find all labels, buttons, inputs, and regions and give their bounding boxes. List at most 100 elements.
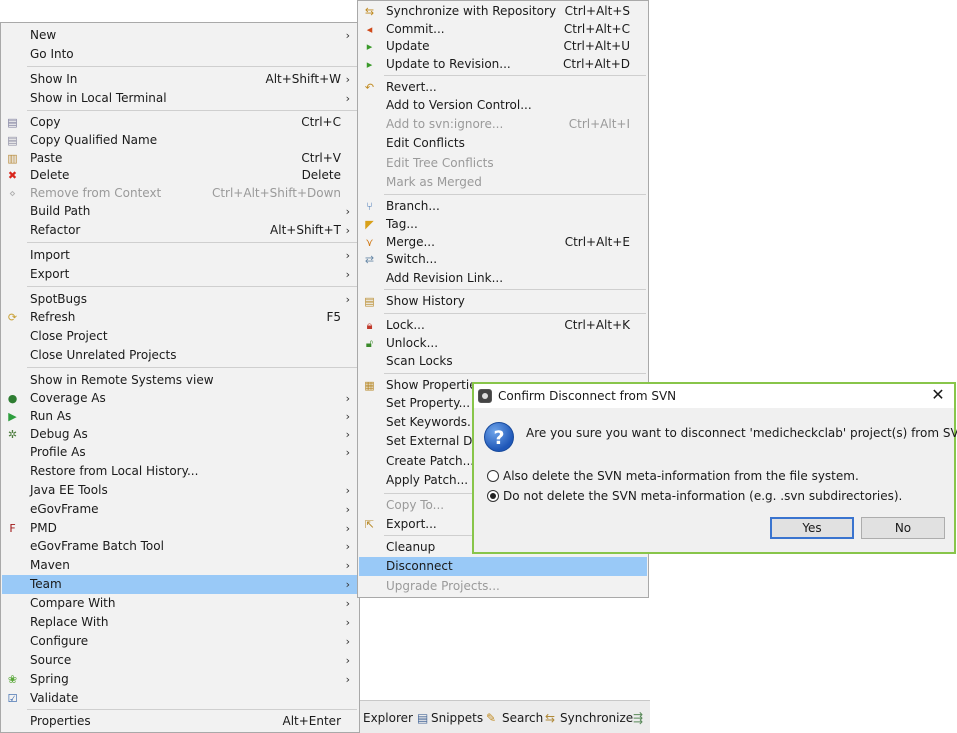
switch-icon: ⇄ [364, 253, 375, 266]
overflow-icon[interactable]: ⇶ [633, 711, 643, 725]
menu-item-label: Configure [30, 634, 89, 648]
menu-item-replace-with[interactable]: Replace With › [2, 613, 358, 632]
menu-item-shortcut: Alt+Enter [282, 714, 341, 728]
submenu-arrow-icon: › [345, 446, 350, 459]
menu-item-show-in-local-terminal[interactable]: Show in Local Terminal › [2, 89, 358, 108]
submenu-arrow-icon: › [345, 29, 350, 42]
menu-item-coverage-as[interactable]: ● Coverage As › [2, 389, 358, 408]
menu-item-label: Show in Remote Systems view [30, 373, 214, 387]
menu-item-close-project[interactable]: Close Project [2, 327, 358, 346]
team-item-add-to-version-control[interactable]: Add to Version Control... [359, 96, 647, 115]
team-item-scan-locks[interactable]: Scan Locks [359, 352, 647, 371]
menu-item-label: Revert... [386, 80, 437, 94]
team-item-synchronize-with-repository[interactable]: ⇆ Synchronize with Repository Ctrl+Alt+S [359, 2, 647, 21]
dialog-title-bar: Confirm Disconnect from SVN ✕ [474, 384, 954, 408]
menu-item-shortcut: Ctrl+Alt+K [564, 318, 630, 332]
menu-item-configure[interactable]: Configure › [2, 632, 358, 651]
team-item-edit-tree-conflicts: Edit Tree Conflicts [359, 154, 647, 173]
team-item-edit-conflicts[interactable]: Edit Conflicts [359, 134, 647, 153]
menu-item-validate[interactable]: ☑ Validate [2, 689, 358, 708]
menu-item-go-into[interactable]: Go Into [2, 45, 358, 64]
paste-icon: ▥ [7, 152, 18, 165]
menu-item-refresh[interactable]: ⟳ Refresh F5 [2, 308, 358, 327]
menu-item-label: Copy [30, 115, 61, 129]
menu-item-label: Export [30, 267, 70, 281]
menu-item-debug-as[interactable]: ✲ Debug As › [2, 425, 358, 444]
option-delete-label: Also delete the SVN meta-information fro… [503, 469, 859, 483]
coverage-icon: ● [7, 392, 18, 405]
menu-item-label: Refresh [30, 310, 76, 324]
menu-item-label: Export... [386, 517, 437, 531]
team-item-mark-as-merged: Mark as Merged [359, 173, 647, 192]
synchronize-icon: ⇆ [545, 711, 556, 725]
unlock-icon: 🔓︎ [365, 337, 374, 350]
menu-item-show-in-remote-systems-view[interactable]: Show in Remote Systems view [2, 371, 358, 390]
menu-item-close-unrelated-projects[interactable]: Close Unrelated Projects [2, 346, 358, 365]
submenu-arrow-icon: › [345, 559, 350, 572]
menu-item-label: Maven [30, 558, 70, 572]
team-item-disconnect[interactable]: Disconnect [359, 557, 647, 576]
menu-item-copy-qualified-name[interactable]: ▤ Copy Qualified Name [2, 131, 358, 150]
tab-snippets[interactable]: Snippets [431, 711, 483, 725]
tag-icon: ◤ [365, 218, 374, 231]
menu-item-compare-with[interactable]: Compare With › [2, 594, 358, 613]
branch-icon: ⑂ [366, 200, 373, 213]
team-item-update-to-revision[interactable]: ▸ Update to Revision... Ctrl+Alt+D [359, 55, 647, 74]
team-item-show-history[interactable]: ▤ Show History [359, 292, 647, 311]
tab-explorer[interactable]: Explorer [363, 711, 413, 725]
menu-item-show-in[interactable]: Show In Alt+Shift+W › [2, 70, 358, 89]
close-icon[interactable]: ✕ [928, 386, 948, 404]
menu-item-restore-from-local-history[interactable]: Restore from Local History... [2, 462, 358, 481]
menu-item-label: Edit Conflicts [386, 136, 465, 150]
menu-item-label: Apply Patch... [386, 473, 469, 487]
spring-icon: ❀ [7, 673, 18, 686]
menu-item-properties[interactable]: Properties Alt+Enter [2, 712, 358, 731]
menu-item-egovframe-batch-tool[interactable]: eGovFrame Batch Tool › [2, 537, 358, 556]
radio-delete-meta[interactable] [487, 470, 499, 482]
menu-item-maven[interactable]: Maven › [2, 556, 358, 575]
team-item-update[interactable]: ▸ Update Ctrl+Alt+U [359, 37, 647, 56]
menu-item-build-path[interactable]: Build Path › [2, 202, 358, 221]
menu-item-import[interactable]: Import › [2, 246, 358, 265]
menu-item-label: Properties [30, 714, 91, 728]
menu-item-label: Add to svn:ignore... [386, 117, 504, 131]
tab-synchronize[interactable]: Synchronize [560, 711, 633, 725]
menu-item-spring[interactable]: ❀ Spring › [2, 670, 358, 689]
menu-item-label: Synchronize with Repository [386, 4, 557, 18]
copy-qualified-icon: ▤ [7, 134, 18, 147]
menu-item-refactor[interactable]: Refactor Alt+Shift+T › [2, 221, 358, 240]
menu-item-delete[interactable]: ✖ Delete Delete [2, 166, 358, 185]
team-item-add-revision-link[interactable]: Add Revision Link... [359, 269, 647, 288]
menu-separator [384, 194, 646, 195]
update-revision-icon: ▸ [366, 58, 373, 71]
menu-item-run-as[interactable]: ▶ Run As › [2, 407, 358, 426]
menu-item-label: Show in Local Terminal [30, 91, 167, 105]
menu-item-pmd[interactable]: F PMD › [2, 519, 358, 538]
radio-keep-meta[interactable] [487, 490, 499, 502]
update-icon: ▸ [366, 40, 373, 53]
team-item-unlock[interactable]: 🔓︎ Unlock... [359, 334, 647, 353]
menu-separator [27, 709, 357, 710]
menu-separator [27, 242, 357, 243]
menu-item-egovframe[interactable]: eGovFrame › [2, 500, 358, 519]
team-item-branch[interactable]: ⑂ Branch... [359, 197, 647, 216]
menu-item-label: Java EE Tools [30, 483, 108, 497]
team-item-revert[interactable]: ↶ Revert... [359, 78, 647, 97]
tab-search[interactable]: Search [502, 711, 543, 725]
menu-item-java-ee-tools[interactable]: Java EE Tools › [2, 481, 358, 500]
menu-item-label: Run As [30, 409, 72, 423]
team-item-switch[interactable]: ⇄ Switch... [359, 250, 647, 269]
team-item-tag[interactable]: ◤ Tag... [359, 215, 647, 234]
menu-item-new[interactable]: New › [2, 26, 358, 45]
menu-item-label: Replace With [30, 615, 109, 629]
menu-item-spotbugs[interactable]: SpotBugs › [2, 290, 358, 309]
yes-button[interactable]: Yes [770, 517, 854, 539]
menu-item-copy[interactable]: ▤ Copy Ctrl+C [2, 113, 358, 132]
menu-item-source[interactable]: Source › [2, 651, 358, 670]
menu-item-export[interactable]: Export › [2, 265, 358, 284]
no-button[interactable]: No [861, 517, 945, 539]
menu-item-team[interactable]: Team › [2, 575, 358, 594]
menu-item-profile-as[interactable]: Profile As › [2, 443, 358, 462]
team-item-lock[interactable]: 🔒︎ Lock... Ctrl+Alt+K [359, 316, 647, 335]
team-item-upgrade-projects: Upgrade Projects... [359, 577, 647, 596]
